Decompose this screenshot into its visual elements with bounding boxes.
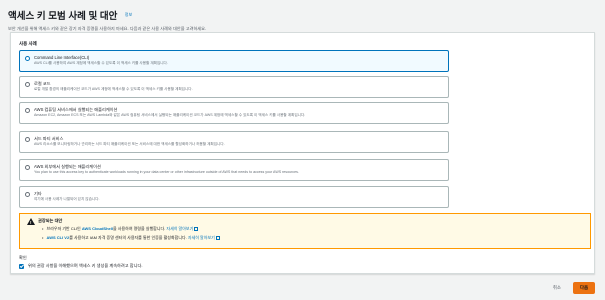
list-item: 브라우저 기반 CLI인 AWS CloudShell을 사용하여 명령을 실행… (42, 226, 220, 232)
option-aws-compute[interactable]: AWS 컴퓨팅 서비스에서 실행되는 애플리케이션 Amazon EC2, Am… (19, 102, 449, 124)
item-text: 브라우저 기반 CLI인 (46, 226, 82, 231)
use-case-label: 사용 사례 (19, 41, 37, 46)
cancel-button[interactable]: 취소 (553, 285, 561, 291)
next-button[interactable]: 다음 (573, 282, 595, 294)
external-link-icon (194, 226, 199, 231)
radio-button[interactable] (25, 137, 30, 142)
learn-more-link[interactable]: 자세히 알아보기 (166, 226, 193, 231)
radio-button[interactable] (25, 108, 30, 113)
item-text: 을 사용하여 명령을 실행합니다. (112, 226, 167, 231)
option-cli[interactable]: Command Line Interface(CLI) AWS CLI를 사용하… (19, 50, 449, 72)
alert-title: 권장되는 대안 (38, 218, 63, 223)
option-outside-aws[interactable]: AWS 외부에서 실행되는 애플리케이션 You plan to use thi… (19, 159, 449, 181)
recommended-alternatives-alert: 권장되는 대안 브라우저 기반 CLI인 AWS CloudShell을 사용하… (19, 213, 591, 249)
confirmation-row[interactable]: 위의 권장 사항을 이해했으며 액세스 키 생성을 계속하려고 합니다. (19, 263, 143, 269)
item-text: 를 사용하고 IAM 자격 증명 센터의 사용자를 통한 인증을 활성화합니다. (69, 235, 188, 240)
option-local-code[interactable]: 로컬 코드 로컬 개발 환경의 애플리케이션 코드가 AWS 계정에 액세스할 … (19, 76, 449, 98)
option-description: 여기에 사용 사례가 나열되어 있지 않습니다. (34, 197, 100, 201)
confirmation-text: 위의 권장 사항을 이해했으며 액세스 키 생성을 계속하려고 합니다. (28, 263, 143, 268)
radio-button[interactable] (25, 192, 30, 197)
radio-button[interactable] (25, 165, 30, 170)
list-item: AWS CLI V2를 사용하고 IAM 자격 증명 센터의 사용자를 통한 인… (42, 235, 220, 241)
use-case-panel: 사용 사례 Command Line Interface(CLI) AWS CL… (10, 32, 595, 274)
radio-button[interactable] (25, 82, 30, 87)
option-other[interactable]: 기타 여기에 사용 사례가 나열되어 있지 않습니다. (19, 186, 449, 208)
option-description: Amazon EC2, Amazon ECS 또는 AWS Lambda와 같은… (34, 113, 306, 117)
learn-more-link[interactable]: 자세히 알아보기 (188, 235, 215, 240)
page-header: 액세스 키 모범 사례 및 대안 정보 보안 개선을 위해 액세스 키와 같은 … (8, 6, 597, 32)
info-link[interactable]: 정보 (125, 12, 132, 17)
option-description: AWS 리소스를 모니터링하거나 관리하는 서드 파티 애플리케이션 또는 서비… (34, 142, 225, 146)
cloudshell-link[interactable]: AWS CloudShell (82, 226, 113, 231)
option-description: You plan to use this access key to authe… (34, 170, 299, 174)
warning-icon (27, 218, 35, 225)
option-third-party[interactable]: 서드 파티 서비스 AWS 리소스를 모니터링하거나 관리하는 서드 파티 애플… (19, 131, 449, 153)
aws-cli-v2-link[interactable]: AWS CLI V2 (47, 235, 70, 240)
radio-button[interactable] (25, 56, 30, 61)
confirmation-label: 확인 (19, 255, 27, 260)
alternatives-list: 브라우저 기반 CLI인 AWS CloudShell을 사용하여 명령을 실행… (42, 226, 220, 244)
page-title: 액세스 키 모범 사례 및 대안 (8, 11, 118, 22)
option-title: Command Line Interface(CLI) (34, 55, 90, 60)
confirmation-checkbox[interactable] (19, 263, 24, 269)
external-link-icon (215, 235, 220, 240)
footer-actions: 취소 다음 (553, 282, 595, 294)
option-description: AWS CLI를 사용하여 AWS 계정에 액세스할 수 있도록 이 액세스 키… (34, 61, 168, 65)
option-description: 로컬 개발 환경의 애플리케이션 코드가 AWS 계정에 액세스할 수 있도록 … (34, 87, 193, 91)
